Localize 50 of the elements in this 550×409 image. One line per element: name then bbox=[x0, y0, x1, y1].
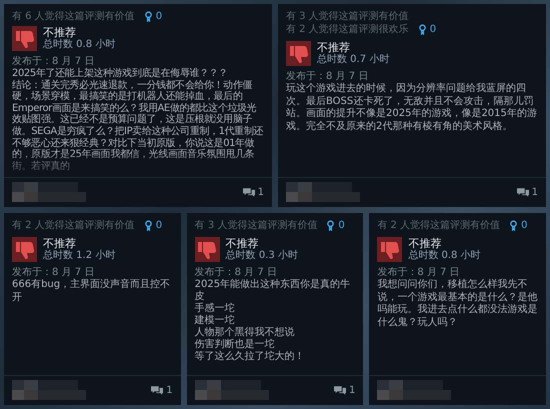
award-count: 0 bbox=[156, 10, 162, 23]
comment-count: 1 bbox=[258, 186, 264, 198]
comment-icon[interactable] bbox=[242, 186, 255, 198]
verdict-label: 不推荐 bbox=[226, 237, 260, 250]
playtime-label: 总时数 0.3 小时 bbox=[226, 250, 298, 262]
review-text: 2025年能做出这种东西你是真的牛皮 bbox=[194, 279, 352, 302]
review-text: 玩这个游戏进去的时候，因为分辨率问题给我蓝屏的四次。最后BOSS还卡死了，无敌并且不会攻击，隔那儿罚站。画面的提升不像是2025年的游戏，像是2015年的游戏。完全不及原来的2代那种有棱有角的美术风格。 bbox=[286, 83, 538, 133]
award-icon[interactable] bbox=[327, 220, 334, 231]
comment-icon[interactable] bbox=[334, 384, 346, 396]
posted-date: 发布于：8 月 7 日 bbox=[377, 267, 461, 278]
review-text: 等了这么久拉了坨大的！ bbox=[194, 351, 306, 363]
helpful-count: 有 2 人觉得这篇评测有价值 bbox=[12, 219, 135, 232]
posted-date: 发布于：8 月 7 日 bbox=[12, 56, 96, 68]
playtime-label: 总时数 0.8 小时 bbox=[408, 250, 481, 262]
verdict-label: 不推荐 bbox=[43, 26, 77, 39]
review-text: 结论：通关完秀必光速退款，一分钱都不会给你！动作僵硬，场景穿模，最搞笑的是打机器人还能掉血，最后的Emperor画面是来搞笑的么？我用AE做的都比这个垃圾光效贴图强。这已经不是预算问题了，这是压根就没用脑子做。SEGA是穷疯了么？把IP卖给这种公司重制，1代重制还不够恶心还来狠经典？对比下当初原版，你说这是01年做的，原版才是25年画面我都信，光线画面音乐氛围甩几条街。若评真的 bbox=[12, 80, 264, 172]
review-text: 伤害判断也是一坨 bbox=[194, 339, 276, 350]
award-count: 0 bbox=[521, 219, 528, 232]
playtime-label: 总时数 1.2 小时 bbox=[43, 250, 116, 262]
comment-icon[interactable] bbox=[151, 384, 164, 396]
review-text: 2025年了还能上架这种游戏到底是在侮辱谁？？？ bbox=[12, 68, 229, 80]
playtime-label: 总时数 0.7 小时 bbox=[317, 54, 390, 66]
award-icon[interactable] bbox=[144, 11, 152, 22]
verdict-label: 不推荐 bbox=[408, 237, 442, 250]
review-text: 666有bug，主界面没声音而且控不开 bbox=[12, 279, 172, 304]
helpful-count: 有 3 人觉得这篇评测有价值 bbox=[286, 10, 409, 23]
review-text: 人物那个黑得我不想说 bbox=[194, 327, 296, 338]
award-count: 0 bbox=[156, 219, 162, 232]
helpful-count: 有 3 人觉得这篇评测有价值 bbox=[194, 219, 318, 232]
comment-count: 1 bbox=[166, 384, 173, 396]
playtime-label: 总时数 0.8 小时 bbox=[43, 39, 116, 51]
award-icon[interactable] bbox=[418, 24, 426, 35]
verdict-label: 不推荐 bbox=[317, 41, 351, 54]
helpful-count: 有 6 人觉得这篇评测有价值 bbox=[12, 10, 135, 23]
posted-date: 发布于：8 月 7 日 bbox=[194, 267, 278, 278]
posted-date: 发布于：8 月 7 日 bbox=[286, 71, 370, 82]
helpful-count: 有 2 人觉得这篇评测很欢乐 bbox=[286, 23, 409, 36]
review-text: 手感一坨 bbox=[194, 303, 236, 314]
comment-count: 1 bbox=[348, 384, 356, 396]
award-count: 0 bbox=[338, 219, 345, 232]
award-icon[interactable] bbox=[144, 220, 152, 231]
helpful-count: 有 2 人觉得这篇评测有价值 bbox=[377, 219, 500, 232]
posted-date: 发布于：8 月 7 日 bbox=[12, 267, 96, 278]
comment-count: 1 bbox=[532, 186, 538, 198]
comment-icon[interactable] bbox=[516, 186, 529, 198]
verdict-label: 不推荐 bbox=[43, 237, 77, 250]
review-text: 建模一坨 bbox=[194, 315, 236, 327]
review-text: 我想问问你们，移植怎么样我先不说，一个游戏最基本的是什么？是他吗能玩。我进去点什么都没法游戏是什么鬼？玩人吗？ bbox=[377, 279, 538, 329]
award-icon[interactable] bbox=[510, 220, 518, 231]
award-count: 0 bbox=[430, 23, 436, 36]
